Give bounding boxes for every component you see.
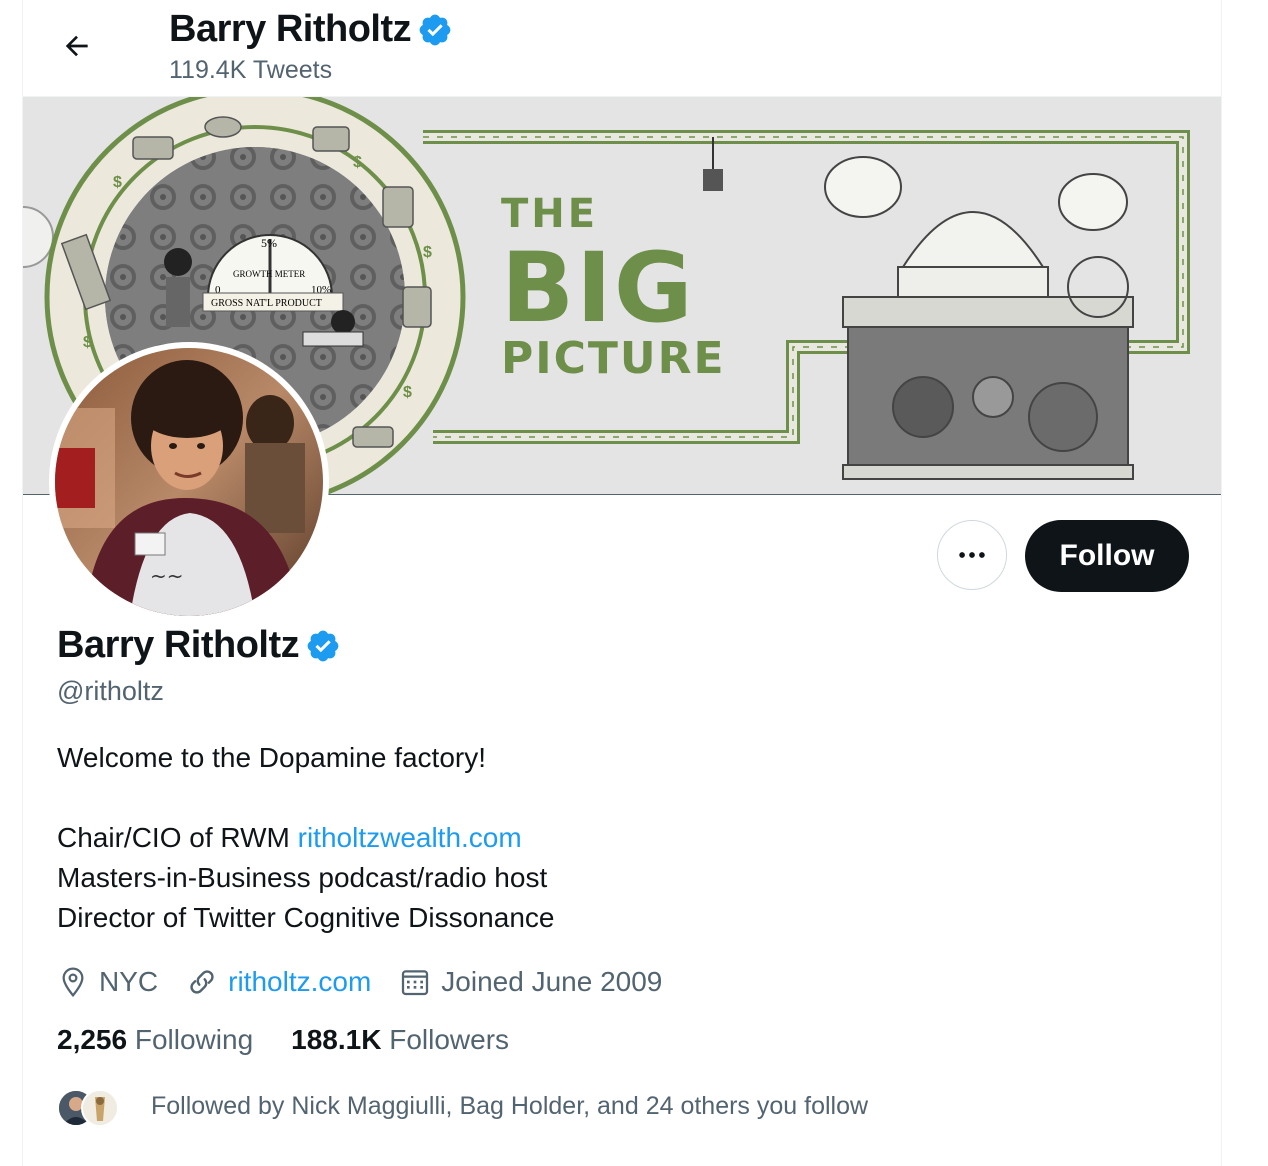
profile-stats: 2,256 Following 188.1K Followers: [57, 1024, 547, 1056]
tweet-count: 119.4K Tweets: [169, 56, 333, 84]
bio-link[interactable]: ritholtzwealth.com: [298, 822, 522, 853]
profile-name: Barry Ritholtz: [57, 624, 341, 667]
joined-text: Joined June 2009: [441, 966, 663, 997]
banner-title-big: BIG: [501, 232, 695, 344]
bio-line: Director of Twitter Cognitive Dissonance: [57, 902, 555, 933]
followed-by-link[interactable]: Followed by Nick Maggiulli, Bag Holder, …: [57, 1086, 869, 1127]
avatar: [81, 1089, 119, 1127]
bio-line: Masters-in-Business podcast/radio host: [57, 862, 548, 893]
svg-text:$: $: [83, 334, 92, 351]
verified-badge-icon[interactable]: [305, 628, 341, 664]
location-item: NYC: [57, 966, 158, 998]
profile-column: Barry Ritholtz 119.4K Tweets $ $ $ $ $ 5…: [22, 0, 1222, 1166]
profile-avatar[interactable]: ~~: [49, 342, 329, 622]
bio-blank-line: [57, 778, 1157, 818]
gauge-caption: GROSS NAT'L PRODUCT: [211, 298, 322, 309]
link-icon: [190, 970, 214, 994]
website-item: ritholtz.com: [186, 966, 371, 998]
more-dots-icon: [959, 552, 985, 558]
followed-by-avatars: [57, 1086, 137, 1127]
follow-button[interactable]: Follow: [1025, 520, 1189, 592]
profile-header: Barry Ritholtz 119.4K Tweets: [23, 0, 1221, 97]
followers-link[interactable]: 188.1K Followers: [291, 1024, 509, 1056]
svg-text:~~: ~~: [150, 564, 184, 588]
bio-text: Chair/CIO of RWM: [57, 822, 298, 853]
gauge-label: GROWTH METER: [233, 269, 305, 279]
profile-bio: Welcome to the Dopamine factory! Chair/C…: [57, 738, 1157, 938]
header-name-text: Barry Ritholtz: [169, 8, 412, 50]
verified-badge-icon: [419, 14, 451, 45]
location-text: NYC: [99, 966, 159, 997]
profile-meta: NYC ritholtz.com Joined June 2009: [57, 958, 690, 1006]
followers-count: 188.1K: [291, 1024, 382, 1055]
location-pin-icon: [62, 967, 84, 998]
svg-text:$: $: [423, 244, 432, 261]
website-link[interactable]: ritholtz.com: [228, 966, 371, 998]
svg-text:$: $: [353, 154, 362, 171]
profile-handle: @ritholtz: [57, 676, 164, 706]
more-options-button[interactable]: [937, 520, 1007, 590]
back-button[interactable]: [53, 24, 101, 68]
joined-item: Joined June 2009: [399, 966, 662, 998]
svg-text:$: $: [113, 174, 122, 191]
followers-label: Followers: [389, 1024, 510, 1055]
followed-by-text: Followed by Nick Maggiulli, Bag Holder, …: [151, 1091, 869, 1120]
bio-line: Welcome to the Dopamine factory!: [57, 742, 487, 773]
svg-text:$: $: [403, 384, 412, 401]
following-link[interactable]: 2,256 Following: [57, 1024, 253, 1056]
calendar-icon: [402, 970, 429, 996]
profile-name-text: Barry Ritholtz: [57, 624, 300, 666]
avatar-photo: ~~: [55, 348, 323, 616]
bio-line: Chair/CIO of RWM ritholtzwealth.com: [57, 818, 1157, 858]
header-title: Barry Ritholtz: [169, 8, 453, 51]
arrow-left-icon: [65, 35, 88, 57]
gauge-percent: 5%: [261, 236, 277, 250]
following-count: 2,256: [57, 1024, 128, 1055]
banner-title-picture: PICTURE: [501, 333, 726, 384]
following-label: Following: [134, 1024, 254, 1055]
banner-title-the: THE: [501, 191, 598, 237]
